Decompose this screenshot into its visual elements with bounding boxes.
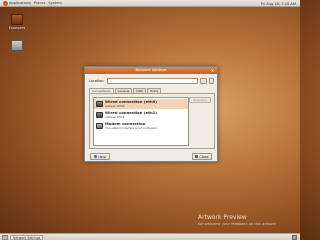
system-menu-label: System — [48, 1, 62, 5]
ubuntu-logo-icon — [3, 0, 8, 6]
artwork-preview-subtitle: We welcome your feedback on this artwork — [198, 222, 276, 226]
trash-icon[interactable] — [292, 235, 297, 240]
ethernet-icon — [96, 101, 103, 107]
connection-subtitle: Address: DHCP — [105, 115, 125, 119]
network-settings-dialog: Network Settings ✕ Location: Connections… — [84, 66, 218, 162]
clock[interactable]: Fri Aug 18, 7:16 AM — [261, 2, 296, 6]
artwork-preview-title: Artwork Preview — [198, 214, 247, 221]
connection-subtitle: This network interface is not configured — [105, 126, 157, 130]
places-menu-label: Places — [33, 1, 46, 5]
close-button[interactable]: Close — [192, 153, 212, 160]
top-panel: Applications Places System Fri Aug 18, 7… — [0, 0, 300, 7]
location-save-button[interactable] — [200, 78, 208, 84]
help-button[interactable]: Help — [90, 153, 110, 160]
properties-button[interactable]: Properties — [189, 97, 211, 103]
location-label: Location: — [89, 79, 105, 83]
panel-clock-area: Fri Aug 18, 7:16 AM — [257, 0, 296, 7]
drive-icon — [11, 40, 23, 51]
show-desktop-button[interactable] — [2, 235, 8, 240]
connection-subtitle: Address: DHCP — [105, 104, 125, 108]
desktop-icon-label: Examples — [8, 26, 26, 30]
desktop-icon-drive[interactable] — [6, 40, 28, 52]
help-icon — [94, 155, 98, 158]
location-delete-button[interactable] — [209, 78, 215, 84]
ethernet-icon — [96, 112, 103, 118]
applications-menu-label: Applications — [9, 1, 31, 5]
dialog-title: Network Settings — [135, 68, 167, 72]
connection-row-modem[interactable]: Modem connection This network interface … — [94, 121, 188, 131]
places-menu[interactable]: Places — [34, 1, 45, 5]
applications-menu[interactable]: Applications — [3, 0, 31, 6]
close-icon[interactable]: ✕ — [210, 68, 215, 73]
connection-list: Wired connection (eth0) Address: DHCP Wi… — [93, 97, 189, 146]
location-row: Location: — [89, 78, 215, 84]
taskbar-window-button[interactable]: Network Settings — [10, 235, 44, 240]
modem-icon — [96, 123, 103, 129]
folder-icon — [11, 14, 23, 25]
dialog-titlebar[interactable]: Network Settings ✕ — [85, 67, 217, 74]
location-select[interactable] — [107, 78, 199, 84]
close-icon — [195, 155, 199, 158]
desktop-icon-examples[interactable]: Examples — [6, 14, 28, 30]
help-button-label: Help — [98, 154, 106, 159]
connection-row-eth1[interactable]: Wired connection (eth1) Address: DHCP — [94, 110, 188, 120]
system-menu[interactable]: System — [48, 1, 61, 5]
connection-row-eth0[interactable]: Wired connection (eth0) Address: DHCP — [94, 99, 188, 109]
connections-panel: Wired connection (eth0) Address: DHCP Wi… — [89, 93, 215, 149]
bottom-panel: Network Settings — [0, 233, 300, 240]
close-button-label: Close — [199, 154, 209, 159]
